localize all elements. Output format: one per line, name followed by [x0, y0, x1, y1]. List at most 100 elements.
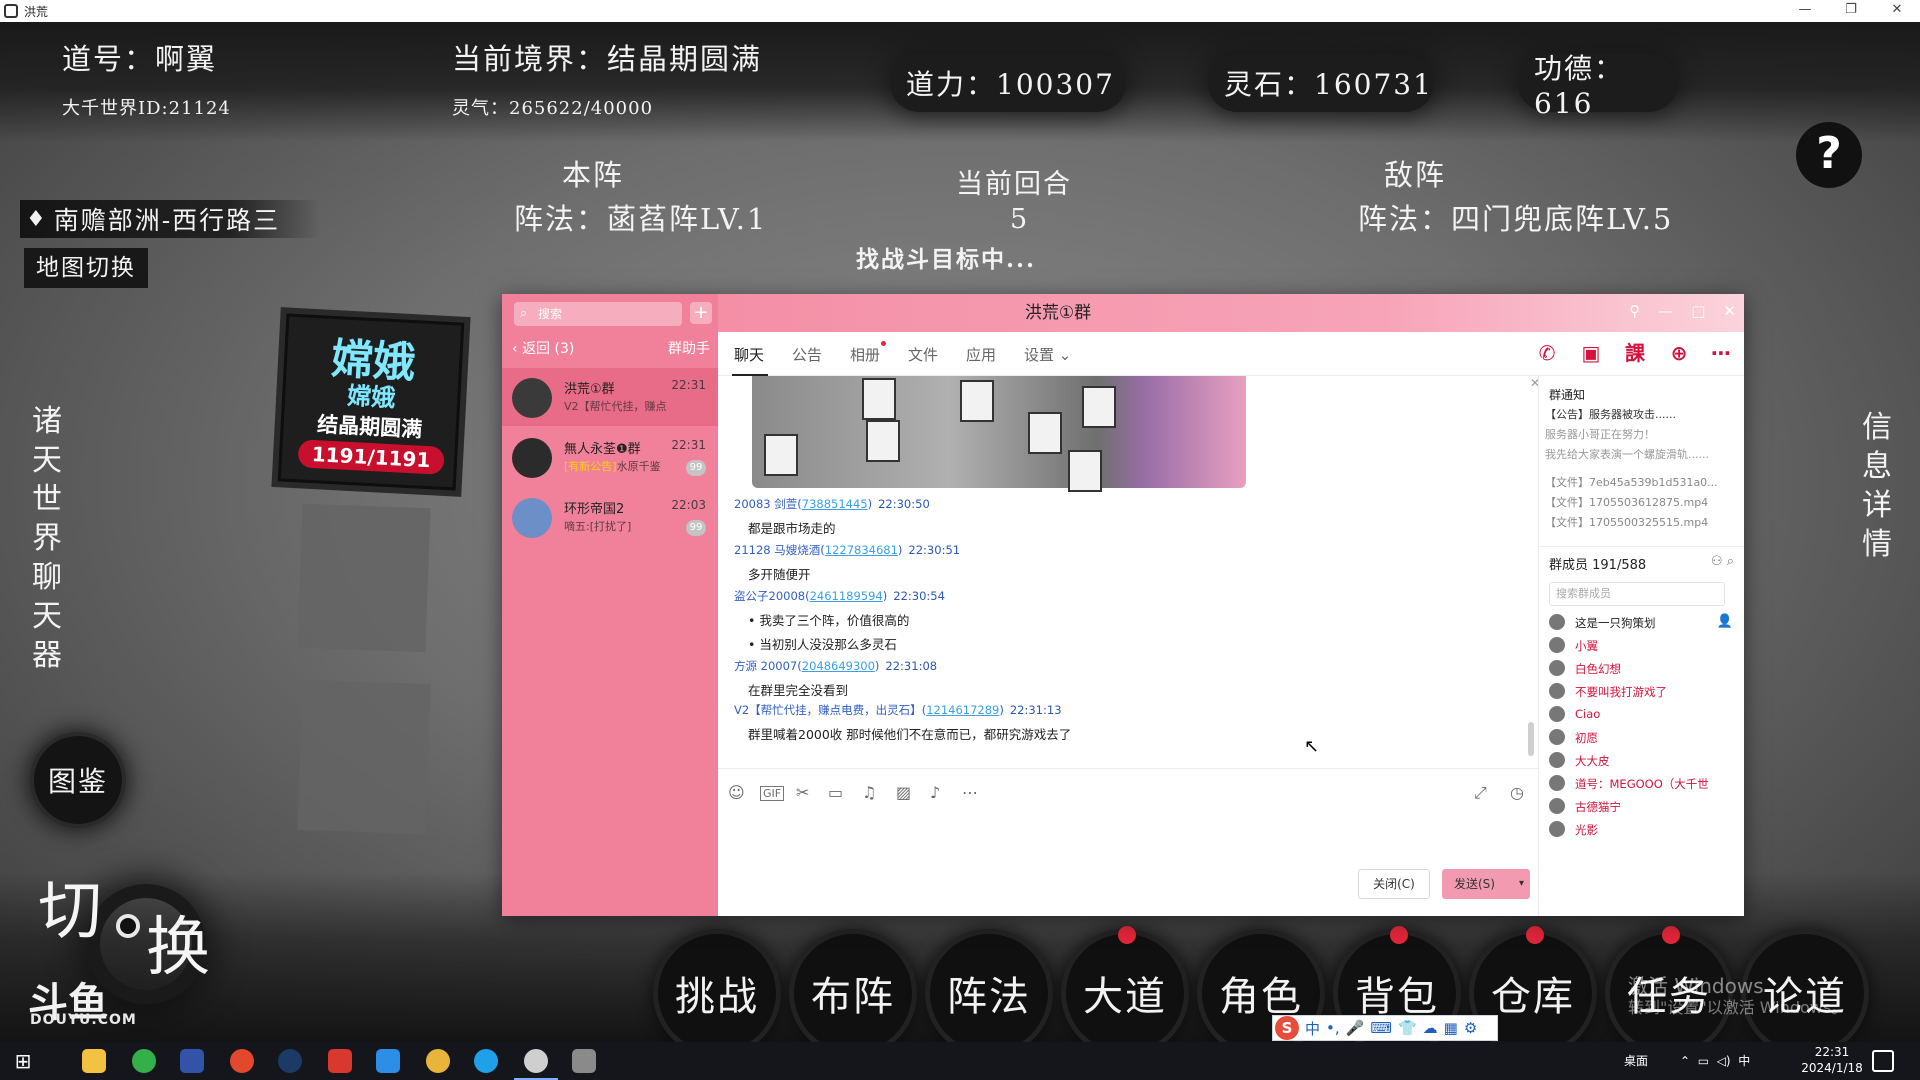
minimize-button[interactable]: —: [1658, 302, 1673, 320]
tab-files[interactable]: 文件: [908, 344, 938, 365]
add-member-icon[interactable]: ⚇: [1711, 554, 1723, 569]
codex-button[interactable]: 图鉴: [34, 736, 122, 824]
app-icon[interactable]: [230, 1049, 254, 1073]
qq-search-input[interactable]: ⌕ 搜索: [514, 302, 682, 326]
back-button[interactable]: ‹ 返回 (3): [512, 338, 574, 358]
phone-icon[interactable]: ✆: [1534, 340, 1560, 366]
game-icon[interactable]: [514, 1049, 558, 1080]
lesson-icon[interactable]: 課: [1622, 340, 1648, 366]
music-icon[interactable]: ♫: [862, 783, 876, 802]
start-button[interactable]: ⊞: [0, 1042, 46, 1080]
more-icon[interactable]: ⋯: [1708, 340, 1734, 366]
video-call-icon[interactable]: ▣: [1578, 340, 1604, 366]
mute-icon[interactable]: ♪: [930, 783, 940, 802]
tab-album[interactable]: 相册: [850, 341, 887, 365]
tab-settings[interactable]: 设置 ⌄: [1024, 344, 1071, 365]
expand-icon[interactable]: ⤢: [1474, 783, 1487, 803]
chat-scrollbar[interactable]: [1528, 722, 1534, 756]
app-icon[interactable]: [376, 1049, 400, 1073]
restore-button[interactable]: ❐: [1828, 0, 1874, 22]
member-item[interactable]: 不要叫我打游戏了: [1549, 681, 1735, 703]
member-item[interactable]: 大大皮: [1549, 750, 1735, 772]
ime-voice-icon[interactable]: 🎤: [1346, 1019, 1365, 1037]
volume-icon[interactable]: ◁): [1717, 1054, 1731, 1068]
help-button[interactable]: ?: [1796, 122, 1862, 188]
ime-keyboard-icon[interactable]: ⌨: [1370, 1019, 1392, 1037]
notice-file[interactable]: 【文件】7eb45a539b1d531a0...: [1545, 474, 1718, 490]
image-icon[interactable]: ▨: [896, 783, 911, 802]
ime-cloud-icon[interactable]: ☁: [1423, 1019, 1438, 1037]
notification-center-icon[interactable]: [1872, 1050, 1894, 1072]
member-item[interactable]: Ciao: [1549, 704, 1735, 726]
app-icon[interactable]: [180, 1049, 204, 1073]
member-search-input[interactable]: 搜索群成员: [1549, 582, 1725, 606]
conversation-item[interactable]: 环形帝国2 22:03 嘀五:[打扰了] 99: [502, 488, 718, 546]
member-item[interactable]: 初愿: [1549, 727, 1735, 749]
conversation-item[interactable]: 洪荒①群 22:31 V2【帮忙代挂，赚点: [502, 368, 718, 426]
member-item[interactable]: 道号：MEGOOO（大千世: [1549, 773, 1735, 795]
add-member-icon[interactable]: ⊕: [1666, 340, 1692, 366]
conversation-item[interactable]: 無人永荃❶群 22:31 [有新公告]水原千鉴 99: [502, 428, 718, 486]
chevron-down-icon[interactable]: ▾: [1519, 869, 1524, 899]
wechat-icon[interactable]: [132, 1049, 156, 1073]
add-icon[interactable]: +: [690, 302, 712, 324]
ime-settings-icon[interactable]: ⚙: [1464, 1019, 1477, 1037]
chrome-icon[interactable]: [426, 1049, 450, 1073]
chevron-up-icon[interactable]: ⌃: [1680, 1054, 1690, 1068]
switch-left-glyph[interactable]: 切: [38, 860, 104, 952]
close-button[interactable]: ✕: [1723, 302, 1736, 320]
notice-file[interactable]: 【文件】1705500325515.mp4: [1545, 514, 1708, 530]
pin-icon[interactable]: ⚲: [1629, 302, 1640, 320]
challenge-button[interactable]: 挑战: [658, 934, 776, 1042]
history-icon[interactable]: ◷: [1510, 783, 1524, 802]
tab-chat[interactable]: 聊天: [731, 344, 769, 377]
screenshot-icon[interactable]: ✂: [796, 783, 809, 802]
sogou-icon[interactable]: S: [1275, 1016, 1299, 1040]
member-item[interactable]: 小翼 ✎: [1549, 635, 1735, 657]
discuss-dao-button[interactable]: 论道: [1746, 934, 1864, 1042]
desktop-toolbar[interactable]: 桌面: [1624, 1042, 1648, 1080]
member-item[interactable]: 白色幻想: [1549, 658, 1735, 680]
member-item[interactable]: 这是一只狗策划 👤: [1549, 612, 1735, 634]
maximize-button[interactable]: □: [1691, 302, 1705, 320]
ime-skin-icon[interactable]: 👕: [1398, 1019, 1417, 1037]
chat-tool-vertical-label[interactable]: 诸天世界聊天器: [28, 402, 68, 675]
app-icon[interactable]: [474, 1049, 498, 1073]
character-card[interactable]: 嫦娥 嫦娥 结晶期圆满 1191/1191: [277, 313, 465, 491]
minimize-button[interactable]: —: [1782, 0, 1828, 22]
more-icon[interactable]: ⋯: [962, 783, 978, 802]
search-icon[interactable]: ⌕: [1727, 554, 1734, 569]
close-button[interactable]: ✕: [1874, 0, 1920, 22]
member-item[interactable]: 光影: [1549, 819, 1735, 841]
tab-apps[interactable]: 应用: [966, 344, 996, 365]
emoji-icon[interactable]: ☺: [728, 783, 745, 802]
app-icon[interactable]: [328, 1049, 352, 1073]
map-switch-button[interactable]: 地图切换: [24, 248, 148, 288]
switch-right-glyph[interactable]: 换: [146, 896, 212, 988]
gif-icon[interactable]: GIF: [760, 786, 785, 801]
steam-icon[interactable]: [278, 1049, 302, 1073]
group-helper-link[interactable]: 群助手: [668, 338, 710, 358]
info-detail-vertical-label[interactable]: 信息详情: [1858, 408, 1898, 564]
file-explorer-icon[interactable]: [82, 1049, 106, 1073]
close-icon[interactable]: ✕: [1530, 376, 1538, 390]
notice-announcement[interactable]: 【公告】服务器被攻击......: [1545, 406, 1676, 422]
formation-slot[interactable]: [297, 679, 431, 835]
language-indicator[interactable]: 中: [1738, 1054, 1750, 1068]
member-item[interactable]: 古德猫宁: [1549, 796, 1735, 818]
send-button[interactable]: 发送(S) ▾: [1442, 869, 1530, 899]
folder-icon[interactable]: ▭: [828, 783, 843, 802]
formation-button[interactable]: 阵法: [930, 934, 1048, 1042]
message-list[interactable]: ✕ 20083 剑萱(738851445) 22:30:50 都是跟市场走的 21…: [718, 376, 1538, 768]
ime-toolbox-icon[interactable]: ▦: [1444, 1019, 1458, 1037]
ime-lang-toggle[interactable]: 中: [1305, 1018, 1320, 1039]
network-icon[interactable]: ▭: [1698, 1054, 1709, 1068]
dao-button[interactable]: 大道: [1066, 926, 1184, 1042]
clock[interactable]: 22:31 2024/1/18: [1796, 1044, 1868, 1076]
ime-punct-icon[interactable]: •,: [1326, 1019, 1340, 1037]
compose-area[interactable]: ☺ GIF ✂ ▭ ♫ ▨ ♪ ⋯ ⤢ ◷ 关闭(C) 发送(S) ▾: [718, 768, 1538, 916]
formation-slot[interactable]: [297, 503, 431, 653]
close-chat-button[interactable]: 关闭(C): [1358, 869, 1430, 899]
notice-file[interactable]: 【文件】1705503612875.mp4: [1545, 494, 1708, 510]
shared-image[interactable]: [752, 376, 1246, 492]
